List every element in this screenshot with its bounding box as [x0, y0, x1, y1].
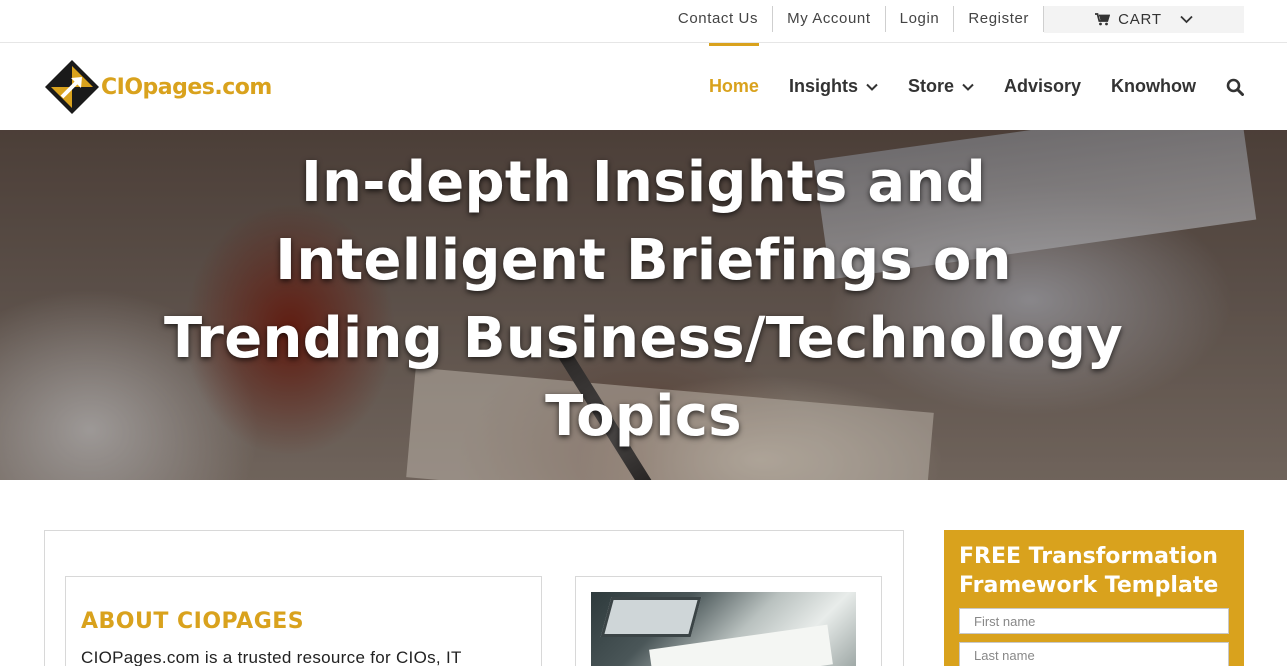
about-card: ABOUT CIOPAGES CIOPages.com is a trusted… — [65, 576, 542, 666]
nav-advisory-label: Advisory — [1003, 76, 1082, 96]
business-meeting-photo[interactable] — [591, 592, 856, 666]
main-nav: Home Insights Store Advisory Knowhow — [679, 43, 1244, 130]
register-link[interactable]: Register — [954, 6, 1044, 32]
site-logo[interactable]: CIOpages.com — [45, 60, 272, 114]
signup-widget: FREE Transformation Framework Template — [944, 530, 1244, 666]
nav-advisory[interactable]: Advisory — [1004, 43, 1081, 130]
signup-title: FREE Transformation Framework Template — [959, 544, 1219, 598]
top-links: Contact Us My Account Login Register CAR… — [678, 5, 1244, 33]
nav-home[interactable]: Home — [708, 43, 759, 130]
photo-laptop-shape — [600, 597, 702, 637]
logo-mark-icon — [45, 60, 99, 114]
chevron-down-icon — [1180, 15, 1193, 23]
cart-icon — [1095, 12, 1111, 25]
nav-home-label: Home — [708, 76, 759, 96]
first-name-field[interactable] — [959, 608, 1229, 634]
chevron-down-icon — [962, 83, 974, 91]
contact-us-link[interactable]: Contact Us — [678, 6, 774, 32]
nav-insights[interactable]: Insights — [789, 43, 878, 130]
search-icon — [1226, 78, 1244, 96]
last-name-field[interactable] — [959, 642, 1229, 666]
nav-knowhow-label: Knowhow — [1111, 76, 1196, 96]
image-card — [575, 576, 882, 666]
cart-button[interactable]: CART — [1044, 5, 1244, 33]
search-button[interactable] — [1226, 78, 1244, 96]
nav-knowhow[interactable]: Knowhow — [1111, 43, 1196, 130]
nav-store-label: Store — [907, 76, 954, 96]
nav-store[interactable]: Store — [908, 43, 974, 130]
main-header: CIOpages.com Home Insights Store Advisor… — [0, 43, 1287, 130]
hero-title: In-depth Insights and Intelligent Briefi… — [163, 150, 1124, 449]
top-utility-bar: Contact Us My Account Login Register CAR… — [0, 0, 1287, 43]
hero-banner: In-depth Insights and Intelligent Briefi… — [0, 130, 1287, 480]
cart-label: CART — [1118, 10, 1162, 28]
my-account-link[interactable]: My Account — [773, 6, 886, 32]
nav-insights-label: Insights — [788, 76, 858, 96]
login-link[interactable]: Login — [886, 6, 955, 32]
chevron-down-icon — [866, 83, 878, 91]
logo-text: CIOpages.com — [101, 74, 272, 100]
about-text: CIOPages.com is a trusted resource for C… — [81, 648, 462, 666]
about-title: ABOUT CIOPAGES — [81, 609, 305, 634]
